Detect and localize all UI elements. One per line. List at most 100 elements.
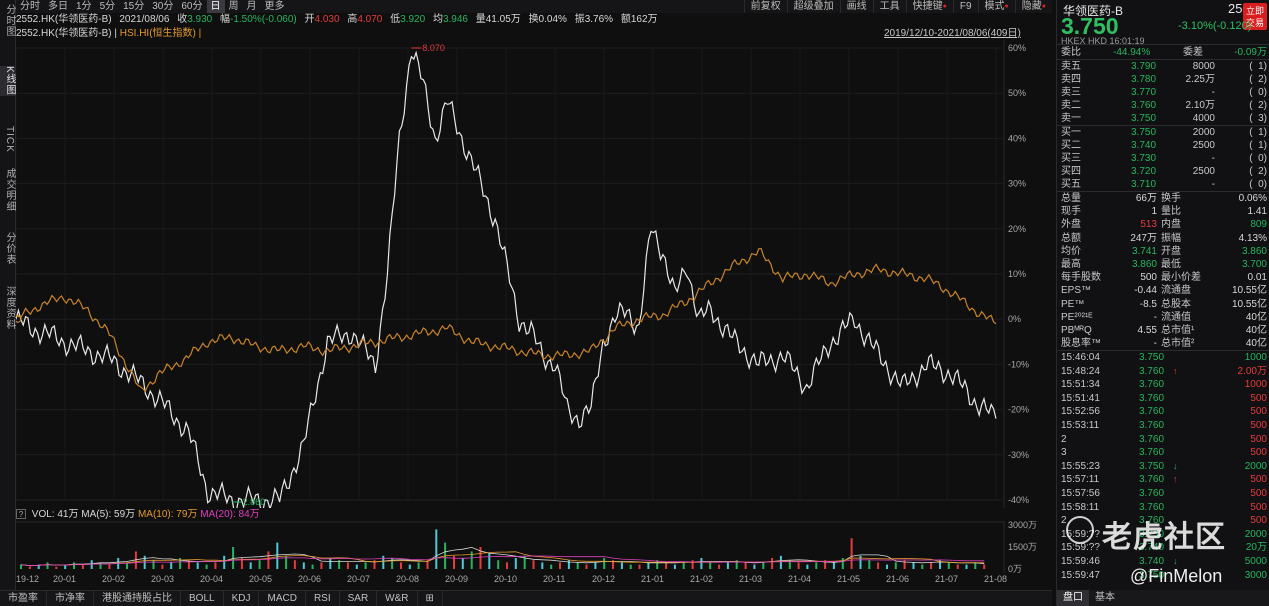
notify-dot-icon: ●	[1004, 3, 1009, 10]
legend-stock[interactable]: 2552.HK(华领医药-B)	[16, 28, 112, 39]
y-tick-label: -20%	[1008, 405, 1029, 415]
divider	[1057, 44, 1269, 45]
stat-label: 最小价差	[1161, 272, 1201, 284]
indicator-tab-0[interactable]: 市盈率	[0, 591, 47, 606]
indicator-tab-4[interactable]: KDJ	[224, 591, 260, 606]
bid-row[interactable]: 买三 3.730 - ( 0)	[1061, 152, 1267, 165]
legend-index[interactable]: HSI.HI(恒生指数)	[120, 28, 196, 39]
ask-row[interactable]: 卖二 3.760 2.10万 ( 2)	[1061, 99, 1267, 112]
tool-1[interactable]: 超级叠加	[786, 0, 840, 13]
indicator-tab-8[interactable]: W&R	[377, 591, 418, 606]
period-3[interactable]: 5分	[96, 0, 120, 13]
bid-row[interactable]: 买二 3.740 2500 ( 1)	[1061, 139, 1267, 152]
volume-bar	[506, 562, 508, 569]
volume-bar	[576, 562, 579, 569]
bid-volume: -	[1211, 153, 1215, 164]
panel-tab-0[interactable]: 盘口	[1057, 590, 1089, 606]
period-4[interactable]: 15分	[119, 0, 148, 13]
period-5[interactable]: 30分	[148, 0, 177, 13]
volume-bar	[726, 562, 729, 569]
x-tick-label: 21-05	[837, 574, 861, 584]
period-7[interactable]: 日	[206, 0, 225, 13]
volume-bar	[55, 566, 58, 569]
period-8[interactable]: 周	[225, 0, 243, 13]
tick-volume: 20万	[1245, 542, 1267, 554]
tick-volume: 2000	[1244, 528, 1267, 540]
stat-value: 3.860	[1241, 245, 1267, 257]
indicator-tab-1[interactable]: 市净率	[47, 591, 94, 606]
volume-bar	[214, 562, 217, 569]
ask-row[interactable]: 卖四 3.780 2.25万 ( 2)	[1061, 73, 1267, 86]
vol-ma20: MA(20): 84万	[200, 509, 260, 520]
ask-row[interactable]: 卖五 3.790 8000 ( 1)	[1061, 60, 1267, 73]
volume-bar	[46, 562, 49, 569]
watermark-handle: @FinMelon	[1130, 566, 1223, 586]
ask-row[interactable]: 卖一 3.750 4000 ( 3)	[1061, 112, 1267, 125]
tool-5[interactable]: F9	[952, 0, 978, 13]
indicator-tab-3[interactable]: BOLL	[181, 591, 224, 606]
ask-price: 3.790	[1131, 61, 1157, 72]
date-range[interactable]: 2019/12/10-2021/08/06(409日)	[884, 28, 1021, 40]
view-tab-4[interactable]: 分价表	[0, 232, 15, 265]
volume-bar	[514, 558, 517, 569]
bid-row[interactable]: 买一 3.750 2000 ( 1)	[1061, 126, 1267, 139]
view-tab-0[interactable]: 分时图	[0, 4, 15, 37]
ask-row[interactable]: 卖三 3.770 - ( 0)	[1061, 86, 1267, 99]
y-tick-label: 60%	[1008, 43, 1026, 53]
bid-label: 买二	[1061, 140, 1081, 151]
volume-bar	[806, 564, 809, 569]
period-10[interactable]: 更多	[261, 0, 289, 13]
period-9[interactable]: 月	[243, 0, 261, 13]
tool-2[interactable]: 画线	[839, 0, 873, 13]
x-tick-label: 20-12	[592, 574, 616, 584]
volume-bar	[647, 562, 650, 569]
tool-6[interactable]: 模式●	[977, 0, 1015, 13]
period-1[interactable]: 多日	[44, 0, 72, 13]
stat-value: 1	[1151, 206, 1157, 218]
help-icon[interactable]: ?	[16, 509, 26, 519]
bid-row[interactable]: 买五 3.710 - ( 0)	[1061, 178, 1267, 191]
period-0[interactable]: 分时	[16, 0, 44, 13]
price-compare-chart[interactable]: 60% 50% 40% 30% 20% 10% 0% -10% -20% -30% -40% 8.07…	[16, 40, 1052, 508]
view-tab-1[interactable]: K线图	[0, 66, 15, 96]
volume-bar	[567, 560, 570, 569]
volume-bar	[382, 555, 385, 569]
tool-0[interactable]: 前复权	[743, 0, 787, 13]
volume-bar	[541, 562, 544, 569]
stat-row: 现手 1 量比 1.41	[1061, 205, 1267, 218]
volume-bar	[497, 560, 500, 569]
period-2[interactable]: 1分	[72, 0, 96, 13]
volume-bar	[603, 558, 606, 569]
indicator-tab-2[interactable]: 港股通持股占比	[94, 591, 181, 606]
x-tick-label: 20-04	[200, 574, 224, 584]
view-tab-2[interactable]: TICK	[0, 126, 15, 153]
stat-value: 3.700	[1241, 259, 1267, 270]
bid-count: ( 0)	[1249, 153, 1267, 164]
stat-label: 每手股数	[1061, 272, 1101, 284]
min-label: 2.860	[243, 497, 266, 507]
x-tick-label: 20-07	[347, 574, 371, 584]
view-tab-5[interactable]: 深度资料	[0, 286, 15, 330]
indicator-tab-6[interactable]: RSI	[306, 591, 340, 606]
view-tab-3[interactable]: 成交明细	[0, 168, 15, 212]
indicator-tab-5[interactable]: MACD	[259, 591, 306, 606]
add-indicator-icon[interactable]: ⊞	[418, 591, 443, 606]
quote-symbol: 2552.HK(华领医药-B)	[16, 14, 112, 25]
stat-value: 4.55	[1137, 325, 1157, 336]
bid-volume: -	[1211, 179, 1215, 190]
period-6[interactable]: 60分	[177, 0, 206, 13]
stat-label: 总额	[1061, 232, 1081, 244]
stat-row: EPS™ -0.44 流通盘 10.55亿	[1061, 284, 1267, 297]
volume-bar	[682, 562, 685, 569]
stat-label: EPS™	[1061, 285, 1092, 297]
volume-chart[interactable]: 3000万 1500万 0万	[16, 521, 1052, 573]
bid-row[interactable]: 买四 3.720 2500 ( 2)	[1061, 165, 1267, 178]
tool-4[interactable]: 快捷键●	[905, 0, 953, 13]
tool-7[interactable]: 隐藏●	[1014, 0, 1052, 13]
panel-tab-1[interactable]: 基本	[1089, 590, 1121, 606]
indicator-tab-7[interactable]: SAR	[340, 591, 378, 606]
x-tick-label: 20-03	[151, 574, 175, 584]
volume-bar	[205, 564, 208, 569]
volume-bar	[744, 562, 747, 569]
tool-3[interactable]: 工具	[872, 0, 906, 13]
